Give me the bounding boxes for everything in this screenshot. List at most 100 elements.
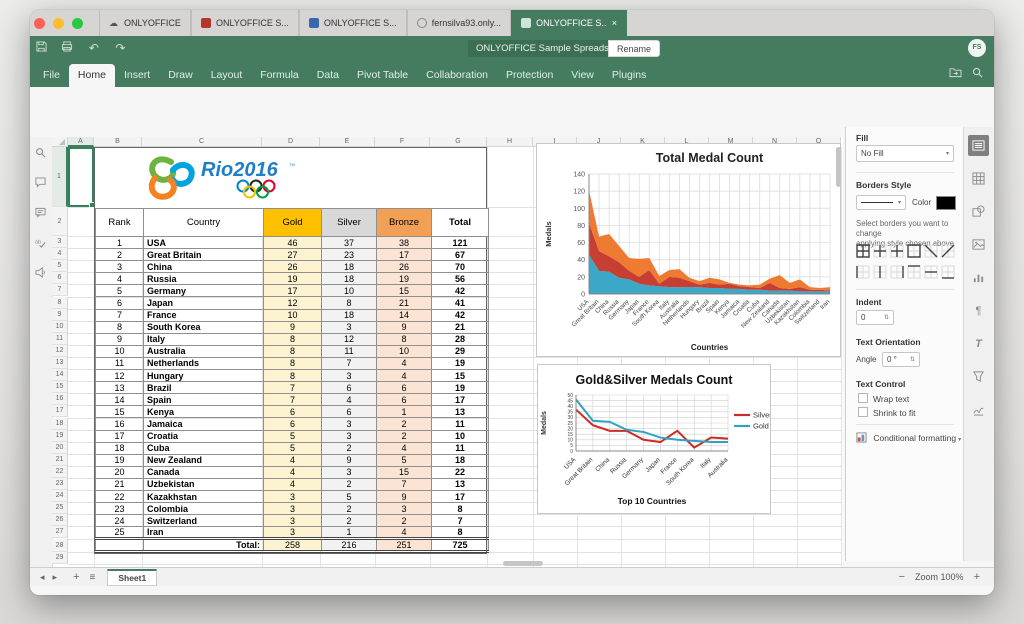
menu-file[interactable]: File: [34, 64, 69, 87]
browser-tab-1[interactable]: ONLYOFFICE S...: [191, 10, 299, 36]
menu-home[interactable]: Home: [69, 64, 115, 87]
slicer-settings-icon[interactable]: [968, 366, 989, 387]
row-header-28[interactable]: 28: [52, 539, 68, 552]
browser-tab-4[interactable]: ONLYOFFICE S...×: [511, 10, 627, 36]
border-inner-button[interactable]: [872, 243, 887, 258]
avatar[interactable]: FS: [968, 39, 986, 57]
menu-formula[interactable]: Formula: [251, 64, 308, 87]
fill-select[interactable]: No Fill▾: [856, 145, 954, 162]
gold-silver-medals-chart[interactable]: Gold&Silver Medals Count0510152025303540…: [537, 364, 771, 514]
redo-icon[interactable]: ↷: [109, 36, 131, 61]
sheet-list-button[interactable]: ≡: [90, 572, 96, 583]
row-header-16[interactable]: 16: [52, 393, 68, 405]
select-all-corner[interactable]: [52, 137, 68, 147]
browser-tab-2[interactable]: ONLYOFFICE S...: [299, 10, 407, 36]
column-header-D[interactable]: D: [262, 137, 320, 147]
border-left-button[interactable]: [855, 264, 870, 279]
row-header-24[interactable]: 24: [52, 490, 68, 502]
border-outer-button[interactable]: [906, 243, 921, 258]
border-color-swatch[interactable]: [936, 196, 956, 210]
table-settings-icon[interactable]: [968, 168, 989, 189]
feedback-icon[interactable]: [35, 265, 49, 279]
zoom-in-button[interactable]: +: [974, 571, 980, 583]
row-header-8[interactable]: 8: [52, 297, 68, 309]
row-header-15[interactable]: 15: [52, 381, 68, 393]
chat-icon[interactable]: [35, 205, 49, 219]
row-header-3[interactable]: 3: [52, 236, 68, 248]
border-cross-button[interactable]: [889, 243, 904, 258]
row-header-19[interactable]: 19: [52, 430, 68, 442]
shrink-to-fit-checkbox[interactable]: Shrink to fit: [858, 407, 916, 418]
cell-settings-icon[interactable]: [968, 135, 989, 156]
search-icon[interactable]: [35, 145, 49, 159]
border-right-button[interactable]: [889, 264, 904, 279]
print-icon[interactable]: [56, 36, 78, 61]
row-header-13[interactable]: 13: [52, 357, 68, 369]
total-medal-count-chart[interactable]: Total Medal Count020406080100120140USAGr…: [536, 143, 841, 357]
row-header-14[interactable]: 14: [52, 369, 68, 381]
row-header-21[interactable]: 21: [52, 454, 68, 466]
row-header-20[interactable]: 20: [52, 442, 68, 454]
angle-spinner[interactable]: 0 °⇅: [882, 352, 920, 367]
border-top-button[interactable]: [906, 264, 921, 279]
border-center-h-button[interactable]: [923, 264, 938, 279]
row-header-18[interactable]: 18: [52, 418, 68, 430]
search-icon[interactable]: [966, 61, 988, 87]
row-header-29[interactable]: 29: [52, 552, 68, 564]
rename-button[interactable]: Rename: [608, 40, 660, 57]
row-header-9[interactable]: 9: [52, 309, 68, 321]
row-header-1[interactable]: 1: [52, 147, 68, 207]
menu-view[interactable]: View: [562, 64, 603, 87]
save-icon[interactable]: [30, 36, 52, 61]
row-header-25[interactable]: 25: [52, 502, 68, 514]
add-sheet-button[interactable]: +: [73, 571, 79, 583]
next-sheet-button[interactable]: ▸: [53, 572, 58, 583]
row-header-7[interactable]: 7: [52, 284, 68, 296]
column-header-A[interactable]: A: [68, 137, 94, 147]
border-center-v-button[interactable]: [872, 264, 887, 279]
undo-icon[interactable]: ↶: [83, 36, 105, 61]
border-style-select[interactable]: ▾: [856, 195, 906, 210]
sheet-tab[interactable]: Sheet1: [107, 569, 157, 586]
menu-draw[interactable]: Draw: [159, 64, 202, 87]
textart-settings-icon[interactable]: T: [968, 333, 989, 354]
minimize-window-button[interactable]: [53, 18, 64, 29]
column-header-E[interactable]: E: [320, 137, 375, 147]
chart-settings-icon[interactable]: [968, 267, 989, 288]
menu-protection[interactable]: Protection: [497, 64, 562, 87]
row-header-26[interactable]: 26: [52, 514, 68, 526]
row-header-11[interactable]: 11: [52, 333, 68, 345]
row-header-27[interactable]: 27: [52, 526, 68, 538]
row-header-10[interactable]: 10: [52, 321, 68, 333]
sheet-area[interactable]: abABCDEFGHIJKLMNO12345678910111213141516…: [30, 137, 843, 567]
vertical-scrollbar[interactable]: [836, 147, 841, 187]
row-header-4[interactable]: 4: [52, 248, 68, 260]
column-header-B[interactable]: B: [94, 137, 142, 147]
close-window-button[interactable]: [34, 18, 45, 29]
border-diag-down-button[interactable]: [923, 243, 938, 258]
selected-cell-a1[interactable]: [68, 147, 94, 207]
column-header-H[interactable]: H: [487, 137, 533, 147]
row-header-6[interactable]: 6: [52, 272, 68, 284]
row-header-2[interactable]: 2: [52, 207, 68, 236]
image-settings-icon[interactable]: [968, 234, 989, 255]
conditional-formatting-button[interactable]: Conditional formatting▾: [856, 432, 961, 445]
wrap-text-checkbox[interactable]: Wrap text: [858, 393, 909, 404]
menu-data[interactable]: Data: [308, 64, 348, 87]
row-header-12[interactable]: 12: [52, 345, 68, 357]
row-header-23[interactable]: 23: [52, 478, 68, 490]
open-file-location-icon[interactable]: [944, 61, 966, 87]
paragraph-settings-icon[interactable]: ¶: [968, 300, 989, 321]
menu-insert[interactable]: Insert: [115, 64, 159, 87]
browser-tab-3[interactable]: fernsilva93.only...: [407, 10, 511, 36]
comments-icon[interactable]: [35, 175, 49, 189]
menu-collaboration[interactable]: Collaboration: [417, 64, 497, 87]
zoom-out-button[interactable]: −: [899, 571, 905, 583]
row-header-5[interactable]: 5: [52, 260, 68, 272]
indent-spinner[interactable]: 0⇅: [856, 310, 894, 325]
zoom-window-button[interactable]: [72, 18, 83, 29]
signature-settings-icon[interactable]: [968, 399, 989, 420]
column-header-F[interactable]: F: [375, 137, 430, 147]
horizontal-scrollbar[interactable]: [503, 561, 543, 566]
border-bottom-button[interactable]: [940, 264, 955, 279]
